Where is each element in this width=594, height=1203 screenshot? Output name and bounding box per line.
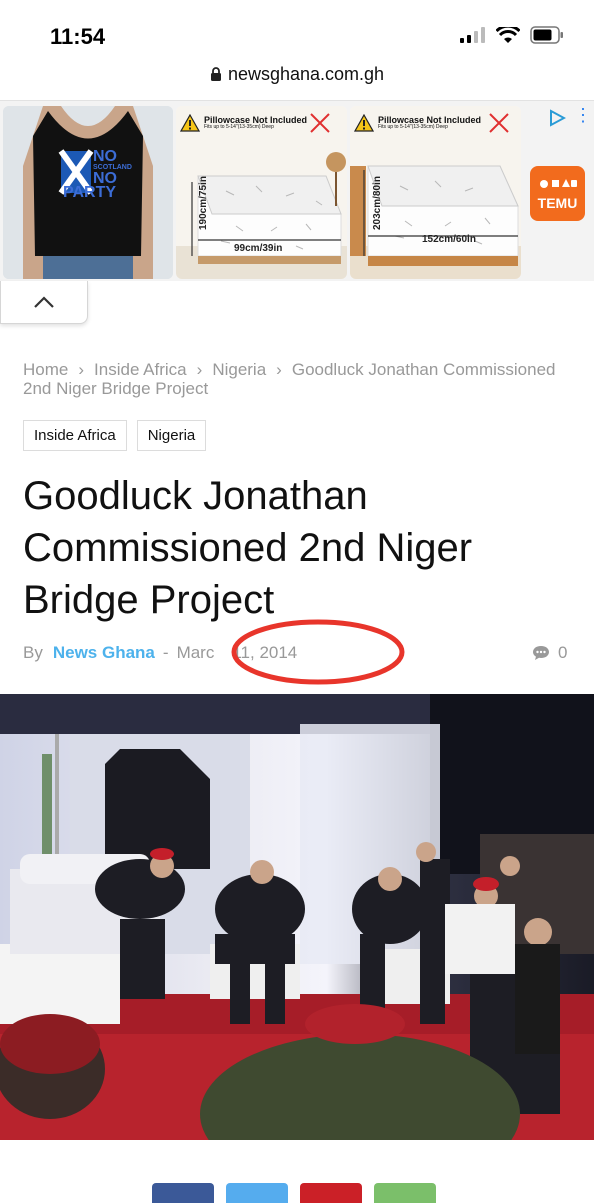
tag-inside-africa[interactable]: Inside Africa	[23, 420, 127, 451]
article-title: Goodluck Jonathan Commissioned 2nd Niger…	[23, 474, 473, 622]
chevron-right-icon: ›	[78, 360, 85, 379]
status-bar: 11:54	[0, 0, 594, 64]
ad-banner[interactable]: NO SCOTLAND NO PARTY Pillowcase Not Incl…	[0, 100, 594, 281]
featured-image[interactable]	[0, 694, 594, 1140]
facebook-share-button[interactable]	[152, 1183, 214, 1203]
battery-icon	[530, 26, 563, 44]
comment-bubble-icon	[533, 646, 549, 660]
breadcrumb-home[interactable]: Home	[23, 360, 68, 379]
status-time: 11:54	[50, 24, 106, 49]
chevron-right-icon: ›	[196, 360, 203, 379]
pinterest-share-button[interactable]	[300, 1183, 362, 1203]
pillowcase-warning-1: Pillowcase Not Included Fits up to 5-14"…	[180, 110, 323, 136]
mattress-width-2: 152cm/60in	[422, 234, 476, 245]
ad-choices-icon[interactable]	[548, 109, 567, 132]
breadcrumb-inside-africa[interactable]: Inside Africa	[94, 360, 187, 379]
warning-icon	[354, 114, 374, 132]
url-domain: newsghana.com.gh	[227, 64, 385, 84]
whatsapp-share-button[interactable]	[374, 1183, 436, 1203]
chevron-right-icon: ›	[276, 360, 282, 379]
twitter-share-button[interactable]	[226, 1183, 288, 1203]
breadcrumb-nigeria[interactable]: Nigeria	[212, 360, 266, 379]
wifi-icon	[496, 26, 520, 43]
author-link[interactable]: News Ghana	[53, 643, 155, 663]
pillowcase-warning-2: Pillowcase Not Included Fits up to 5-14"…	[354, 110, 497, 136]
category-tags: Inside Africa Nigeria	[23, 420, 207, 451]
red-circle-annotation	[231, 619, 405, 685]
meta-separator: -	[162, 643, 169, 662]
temu-logo[interactable]: TEMU	[530, 166, 585, 221]
shirt-slogan: NO SCOTLAND NO PARTY	[63, 148, 132, 201]
publish-date-month: Marc	[176, 643, 215, 662]
ad-product-shirt[interactable]: NO SCOTLAND NO PARTY	[3, 106, 173, 279]
byline-prefix: By	[23, 643, 43, 662]
chevron-up-icon	[34, 296, 54, 308]
ad-menu-icon[interactable]: ⋮	[574, 105, 592, 126]
collapse-ad-button[interactable]	[0, 281, 88, 324]
share-buttons	[152, 1183, 436, 1203]
ad-product-mattress-1[interactable]: Pillowcase Not Included Fits up to 5-14"…	[176, 106, 347, 279]
lock-icon	[210, 65, 222, 86]
warning-icon	[180, 114, 200, 132]
comment-count: 0	[558, 643, 568, 662]
mattress-height-1: 190cm/75in	[198, 176, 209, 230]
comments-link[interactable]: 0	[532, 643, 567, 663]
signal-icon	[460, 27, 485, 43]
mattress-height-2: 203cm/80in	[372, 176, 383, 230]
ad-product-mattress-2[interactable]: Pillowcase Not Included Fits up to 5-14"…	[350, 106, 521, 279]
status-icons	[460, 26, 564, 44]
breadcrumb: Home › Inside Africa › Nigeria › Goodluck Jona…	[23, 360, 573, 398]
url-bar[interactable]: newsghana.com.gh	[0, 64, 594, 98]
temu-logo-icons	[540, 179, 577, 188]
mattress-width-1: 99cm/39in	[234, 243, 283, 254]
tag-nigeria[interactable]: Nigeria	[136, 420, 207, 451]
